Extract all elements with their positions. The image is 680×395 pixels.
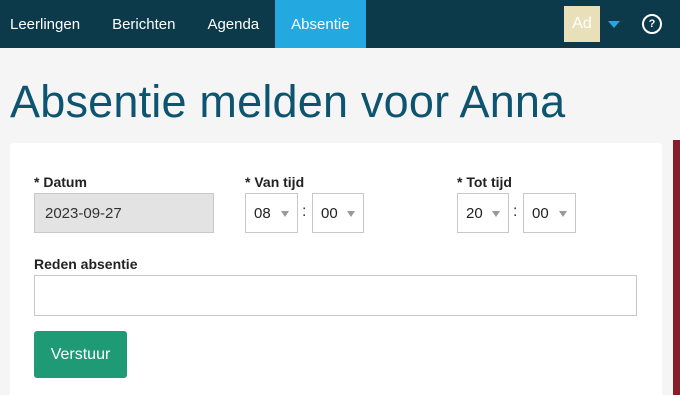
page: Leerlingen Berichten Agenda Absentie Ad … [0,0,680,395]
absence-form-card: * Datum 2023-09-27 * Van tijd 08 : 00 * … [10,143,662,395]
from-hour-value: 08 [254,204,271,222]
from-time-label: * Van tijd [245,174,305,190]
help-icon[interactable]: ? [642,14,662,34]
nav-item-agenda[interactable]: Agenda [191,0,275,48]
dropdown-arrow-icon [281,211,289,217]
dropdown-arrow-icon [492,211,500,217]
nav-item-absentie[interactable]: Absentie [275,0,366,48]
to-minute-select[interactable]: 00 [523,193,576,233]
date-field[interactable]: 2023-09-27 [34,193,214,233]
dropdown-arrow-icon [559,211,567,217]
nav-right: Ad ? [564,0,680,48]
chevron-down-icon[interactable] [608,20,620,28]
dropdown-arrow-icon [347,211,355,217]
user-avatar[interactable]: Ad [564,6,600,42]
nav-item-leerlingen[interactable]: Leerlingen [0,0,96,48]
reason-label: Reden absentie [34,256,138,272]
to-hour-value: 20 [466,204,483,222]
page-title: Absentie melden voor Anna [10,76,566,127]
time-separator: : [513,203,518,220]
to-hour-select[interactable]: 20 [457,193,509,233]
to-time-label: * Tot tijd [457,174,512,190]
date-label: * Datum [34,174,87,190]
from-minute-select[interactable]: 00 [312,193,364,233]
reason-input[interactable] [34,275,637,316]
background-window-edge [673,140,680,395]
time-separator: : [302,203,307,220]
top-navbar: Leerlingen Berichten Agenda Absentie Ad … [0,0,680,48]
from-minute-value: 00 [321,204,338,222]
to-minute-value: 00 [532,204,549,222]
nav-item-berichten[interactable]: Berichten [96,0,191,48]
submit-button[interactable]: Verstuur [34,331,127,378]
from-hour-select[interactable]: 08 [245,193,298,233]
